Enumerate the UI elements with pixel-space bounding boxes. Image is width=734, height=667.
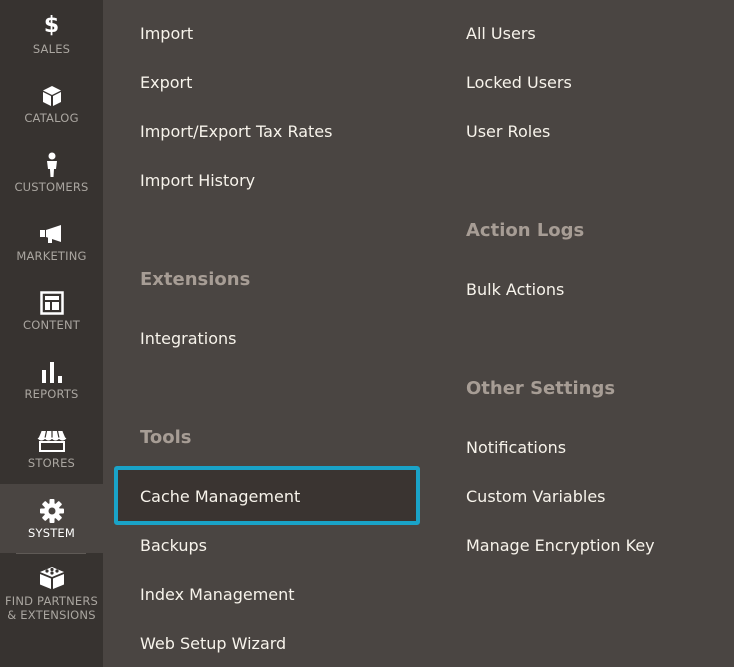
nav-item-catalog[interactable]: CATALOG [0,69,103,138]
menu-link-cache-management[interactable]: Cache Management [140,487,300,507]
nav-item-label: STORES [27,456,76,470]
storefront-icon [0,429,103,453]
nav-item-sales[interactable]: $ SALES [0,0,103,69]
megaphone-icon [0,222,103,246]
nav-item-label: SYSTEM [27,526,76,540]
menu-link-encryption-key[interactable]: Manage Encryption Key [466,536,655,556]
section-heading-extensions: Extensions [140,269,251,290]
nav-item-label: SALES [32,42,71,56]
menu-link-backups[interactable]: Backups [140,536,207,556]
nav-item-label: CATALOG [24,111,79,125]
menu-link-all-users[interactable]: All Users [466,24,536,44]
menu-link-user-roles[interactable]: User Roles [466,122,550,142]
menu-link-import[interactable]: Import [140,24,193,44]
box-icon [0,84,103,108]
gear-icon [0,499,103,523]
nav-item-label: MARKETING [16,249,87,263]
menu-link-web-setup-wizard[interactable]: Web Setup Wizard [140,634,286,654]
nav-item-stores[interactable]: STORES [0,414,103,483]
section-heading-other-settings: Other Settings [466,378,616,399]
nav-item-label: FIND PARTNERS & EXTENSIONS [4,594,99,622]
menu-link-bulk-actions[interactable]: Bulk Actions [466,280,564,300]
nav-item-label: CONTENT [22,318,80,332]
nav-item-customers[interactable]: CUSTOMERS [0,138,103,207]
menu-link-export[interactable]: Export [140,73,192,93]
menu-link-integrations[interactable]: Integrations [140,329,237,349]
dollar-icon: $ [43,12,60,38]
section-heading-action-logs: Action Logs [466,220,585,241]
section-heading-tools: Tools [140,427,192,448]
person-icon [0,152,103,177]
menu-link-custom-variables[interactable]: Custom Variables [466,487,606,507]
nav-item-marketing[interactable]: MARKETING [0,207,103,276]
nav-item-reports[interactable]: REPORTS [0,345,103,414]
nav-item-label: REPORTS [24,387,79,401]
menu-link-tax-rates[interactable]: Import/Export Tax Rates [140,122,332,142]
nav-item-system[interactable]: SYSTEM [0,484,103,553]
bar-chart-icon [0,360,103,384]
layout-icon [0,291,103,315]
nav-item-label: CUSTOMERS [14,180,89,194]
admin-nav-rail: $ SALES CATALOG CUSTOMERS MARKETING CONT… [0,0,103,667]
menu-link-import-history[interactable]: Import History [140,171,255,191]
nav-item-find-partners[interactable]: FIND PARTNERS & EXTENSIONS [0,554,103,634]
menu-link-locked-users[interactable]: Locked Users [466,73,572,93]
menu-link-index-management[interactable]: Index Management [140,585,295,605]
blocks-icon [0,566,103,590]
menu-link-notifications[interactable]: Notifications [466,438,566,458]
nav-item-content[interactable]: CONTENT [0,276,103,345]
